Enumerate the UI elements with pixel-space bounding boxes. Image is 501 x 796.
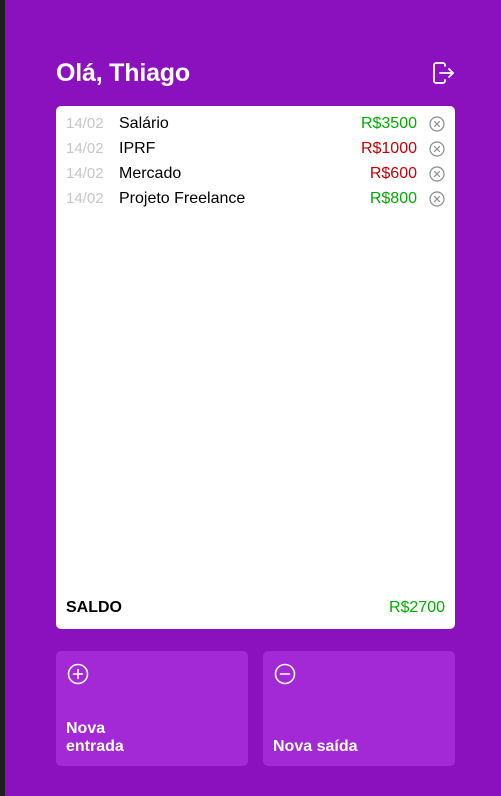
balance-value: R$2700 bbox=[388, 599, 445, 616]
transaction-description[interactable]: Mercado bbox=[119, 165, 370, 183]
transaction-description[interactable]: Salário bbox=[119, 115, 361, 133]
transaction-amount: R$1000 bbox=[360, 139, 417, 157]
transactions-list: 14/02 Salário R$3500 14/02 IPRF R$1000 14/02 Me… bbox=[66, 111, 445, 211]
minus-circle-icon bbox=[274, 663, 296, 685]
close-circle-icon bbox=[429, 190, 445, 207]
app-root: Olá, Thiago 14/02 Salário R$3500 14/02 IPRF R… bbox=[5, 0, 501, 796]
close-circle-icon bbox=[429, 115, 445, 132]
transaction-row: 14/02 Mercado R$600 bbox=[66, 161, 445, 186]
delete-transaction-button[interactable] bbox=[429, 165, 445, 182]
balance-row: SALDO R$2700 bbox=[66, 599, 445, 617]
transaction-date: 14/02 bbox=[66, 140, 104, 157]
balance-label: SALDO bbox=[66, 599, 122, 616]
new-income-label: Nova entrada bbox=[66, 720, 124, 755]
delete-transaction-button[interactable] bbox=[429, 140, 445, 157]
transaction-amount: R$800 bbox=[369, 189, 417, 207]
transaction-row: 14/02 Salário R$3500 bbox=[66, 111, 445, 136]
close-circle-icon bbox=[429, 165, 445, 182]
transaction-description[interactable]: Projeto Freelance bbox=[119, 190, 370, 208]
transaction-date: 14/02 bbox=[66, 115, 104, 132]
header: Olá, Thiago bbox=[56, 58, 455, 88]
transaction-date: 14/02 bbox=[66, 165, 104, 182]
delete-transaction-button[interactable] bbox=[429, 190, 445, 207]
new-expense-button[interactable]: Nova saída bbox=[263, 651, 455, 766]
new-income-button[interactable]: Nova entrada bbox=[56, 651, 248, 766]
new-expense-label: Nova saída bbox=[273, 738, 358, 755]
logout-icon bbox=[433, 62, 454, 84]
transaction-amount: R$600 bbox=[369, 164, 417, 182]
transaction-row: 14/02 IPRF R$1000 bbox=[66, 136, 445, 161]
page-title: Olá, Thiago bbox=[56, 58, 190, 87]
plus-circle-icon bbox=[67, 663, 89, 685]
transaction-row: 14/02 Projeto Freelance R$800 bbox=[66, 186, 445, 211]
delete-transaction-button[interactable] bbox=[429, 115, 445, 132]
logout-button[interactable] bbox=[431, 61, 455, 85]
close-circle-icon bbox=[429, 140, 445, 157]
transaction-amount: R$3500 bbox=[360, 114, 417, 132]
transaction-description[interactable]: IPRF bbox=[119, 140, 361, 158]
transactions-panel: 14/02 Salário R$3500 14/02 IPRF R$1000 14/02 Me… bbox=[56, 106, 455, 629]
transaction-date: 14/02 bbox=[66, 190, 104, 207]
